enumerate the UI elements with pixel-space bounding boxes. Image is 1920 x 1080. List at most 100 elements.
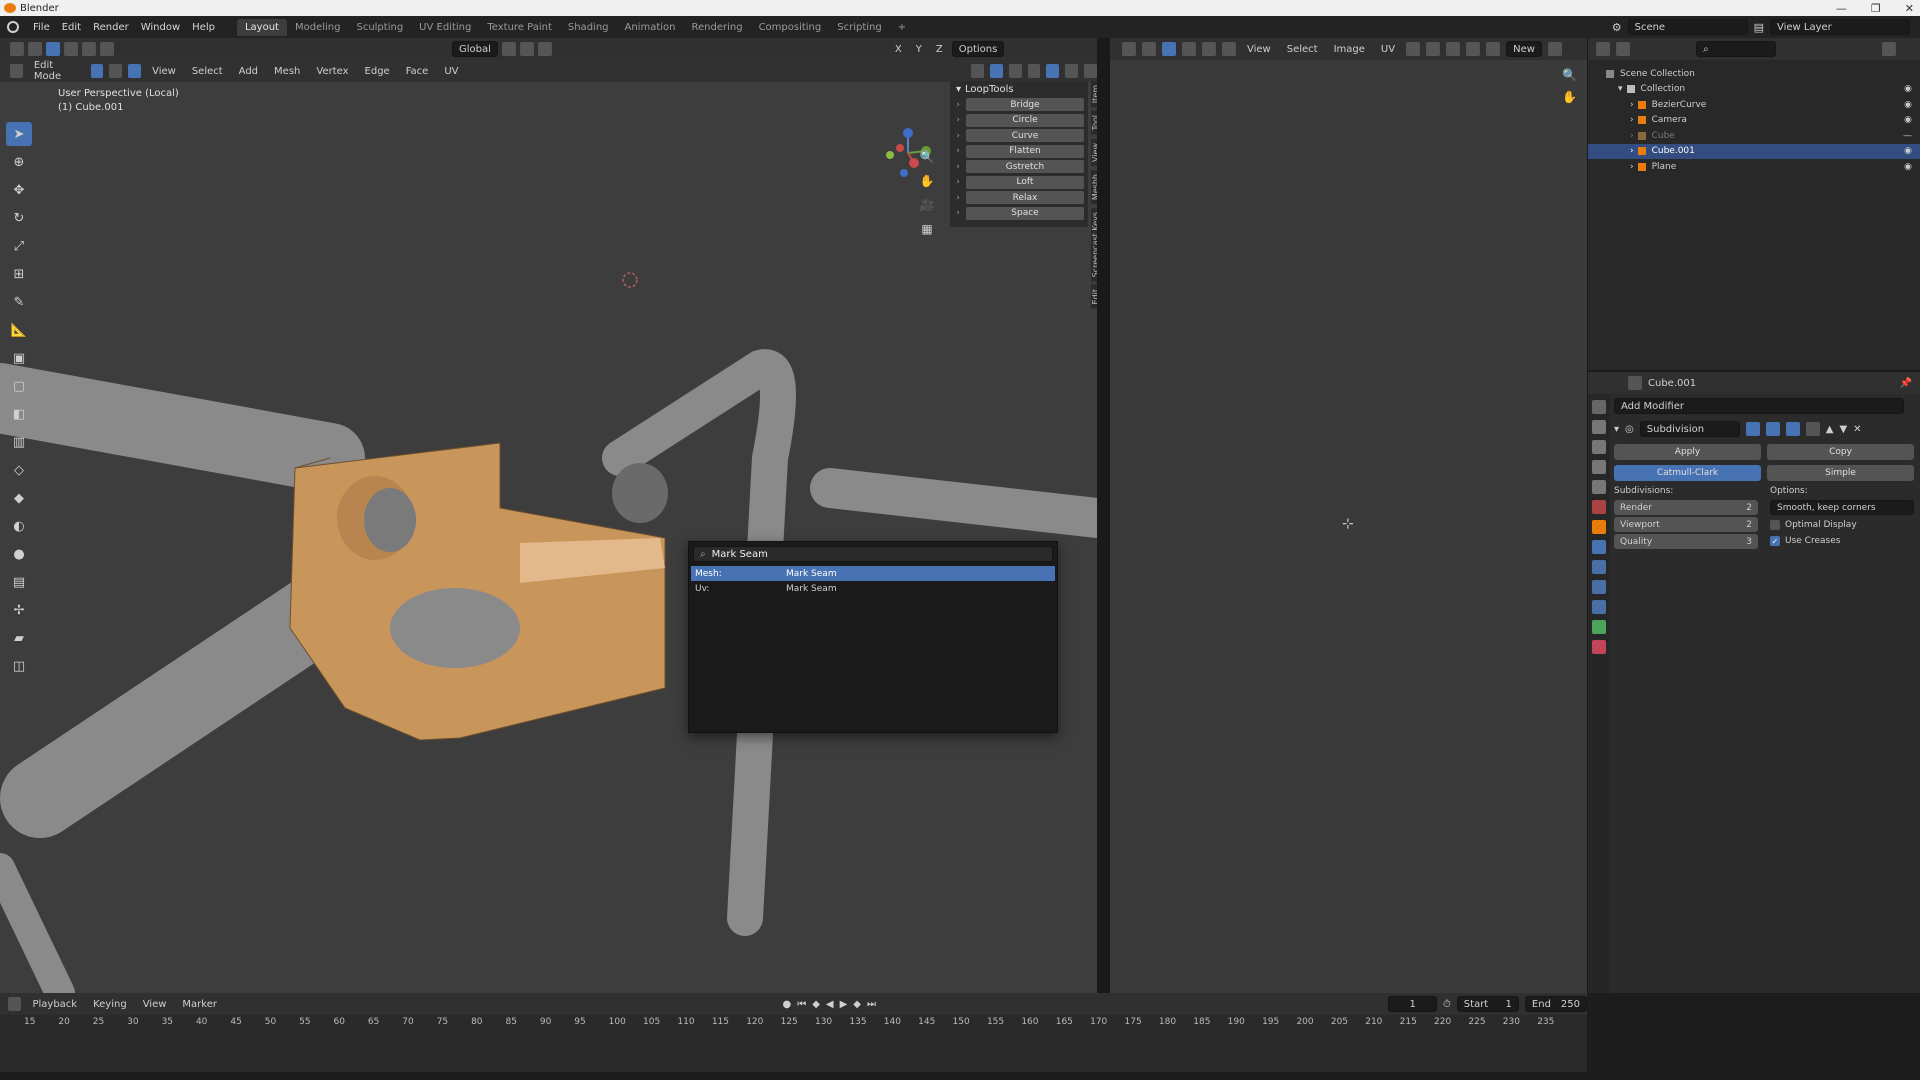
apply-button[interactable]: Apply [1614,444,1761,460]
close-icon[interactable]: ✕ [1905,2,1914,15]
vertex-select-icon[interactable] [90,64,104,78]
editor-type-icon[interactable] [10,42,24,56]
outliner-row[interactable]: Scene Collection [1588,66,1920,82]
eye-icon[interactable]: ◉ [1904,84,1912,94]
axis-y-toggle[interactable]: Y [911,44,927,55]
measure-tool-icon[interactable]: 📐 [6,318,32,342]
gstretch-button[interactable]: Gstretch [966,160,1084,174]
open-image-icon[interactable] [1547,42,1562,56]
proportional-edit-icon[interactable] [537,42,552,56]
render-toggle-icon[interactable] [1785,422,1800,436]
overlay-toggle-icon[interactable] [989,64,1003,78]
eye-icon[interactable]: ◉ [1904,162,1912,172]
3d-viewport[interactable]: Global X Y Z Options Edit Mode View Sele… [0,38,1097,993]
editor-type-icon[interactable] [1122,42,1136,56]
shading-solid-icon[interactable] [1046,64,1060,78]
next-key-icon[interactable]: ◆ [853,999,861,1010]
pan-hand-icon[interactable]: ✋ [1562,90,1577,104]
circle-button[interactable]: Circle [966,113,1084,127]
copy-button[interactable]: Copy [1767,444,1914,460]
flatten-button[interactable]: Flatten [966,144,1084,158]
smooth-tool-icon[interactable]: ● [6,542,32,566]
shading-material-icon[interactable] [1065,64,1079,78]
sticky-select-icon[interactable] [1426,42,1441,56]
loop-cut-tool-icon[interactable]: ▥ [6,430,32,454]
viewport-toggle-icon[interactable] [1765,422,1780,436]
editor-type-icon[interactable] [8,997,22,1011]
search-input[interactable]: ⌕ Mark Seam [693,546,1053,562]
uv-smooth-dropdown[interactable]: Smooth, keep corners [1770,500,1914,515]
proportional-edit-icon[interactable] [1466,42,1481,56]
snap-icon[interactable] [1446,42,1461,56]
tab-sculpting[interactable]: Sculpting [348,19,411,36]
snap-icon[interactable] [519,42,534,56]
menu-help[interactable]: Help [186,22,221,33]
menu-vertex[interactable]: Vertex [311,66,353,77]
material-tab-icon[interactable] [1592,640,1606,654]
current-frame-field[interactable]: 1 [1388,996,1437,1012]
expand-chevron-icon[interactable]: ▾ [1618,84,1623,94]
eye-icon[interactable]: ◉ [1904,115,1912,125]
select-mode-subtract-icon[interactable] [82,42,96,56]
particles-tab-icon[interactable] [1592,560,1606,574]
gizmo-toggle-icon[interactable] [971,64,984,78]
modifier-name-field[interactable]: Subdivision [1639,421,1740,437]
pivot-icon[interactable] [501,42,516,56]
relax-button[interactable]: Relax [966,191,1084,205]
bridge-button[interactable]: Bridge [966,98,1084,112]
shear-tool-icon[interactable]: ▰ [6,626,32,650]
scale-tool-icon[interactable]: ⤢ [6,234,32,258]
move-down-icon[interactable]: ▼ [1839,424,1847,435]
minimize-icon[interactable]: — [1836,2,1847,15]
tab-uv-editing[interactable]: UV Editing [411,19,479,36]
modifier-tab-icon[interactable] [1592,540,1606,554]
uv-vertex-select-icon[interactable] [1162,42,1176,56]
select-box-icon[interactable] [28,42,42,56]
rip-tool-icon[interactable]: ◫ [6,654,32,678]
output-tab-icon[interactable] [1592,440,1606,454]
tab-shading[interactable]: Shading [560,19,617,36]
expand-chevron-icon[interactable]: › [1630,100,1634,110]
pin-icon[interactable]: 📌 [1900,378,1912,389]
display-mode-icon[interactable] [1616,42,1630,56]
shading-wireframe-icon[interactable] [1027,64,1041,78]
tab-compositing[interactable]: Compositing [751,19,830,36]
menu-keying[interactable]: Keying [88,999,132,1010]
menu-edge[interactable]: Edge [360,66,395,77]
select-mode-extend-icon[interactable] [64,42,78,56]
tab-modeling[interactable]: Modeling [287,19,349,36]
loft-button[interactable]: Loft [966,175,1084,189]
cursor-tool-icon[interactable]: ⊕ [6,150,32,174]
select-tool-icon[interactable]: ➤ [6,122,32,146]
curve-button[interactable]: Curve [966,129,1084,143]
jump-end-icon[interactable]: ⏭ [867,999,876,1010]
menu-marker[interactable]: Marker [177,999,222,1010]
uv-edge-select-icon[interactable] [1182,42,1196,56]
search-result-item[interactable]: Mesh: Mark Seam [691,566,1055,581]
timeline-ruler[interactable]: 15 20 25 30 35 40 45 50 55 60 65 70 75 80 85 90 95 100 105… [0,1017,1587,1033]
prev-key-icon[interactable]: ◆ [812,999,820,1010]
extrude-tool-icon[interactable]: ▣ [6,346,32,370]
outliner-search-input[interactable]: ⌕ [1696,41,1776,57]
remove-modifier-icon[interactable]: ✕ [1853,424,1861,435]
ie-menu-select[interactable]: Select [1282,44,1323,55]
zoom-icon[interactable]: 🔍 [918,148,936,166]
expand-chevron-icon[interactable]: › [1630,162,1634,172]
sync-selection-icon[interactable] [1142,42,1156,56]
space-button[interactable]: Space [966,206,1084,220]
outliner-row[interactable]: › Cube.001 ◉ [1588,143,1920,159]
object-tab-icon[interactable] [1592,520,1606,534]
preview-range-icon[interactable]: ⏱ [1443,999,1451,1010]
new-image-button[interactable]: New [1506,41,1542,57]
menu-edit[interactable]: Edit [56,22,87,33]
add-modifier-dropdown[interactable]: Add Modifier [1614,398,1904,414]
constraints-tab-icon[interactable] [1592,600,1606,614]
gizmo-neg-y-icon[interactable] [886,151,894,159]
bevel-tool-icon[interactable]: ◧ [6,402,32,426]
pan-hand-icon[interactable]: ✋ [918,172,936,190]
mode-select[interactable]: Edit Mode [29,60,85,82]
expand-chevron-icon[interactable]: › [950,162,966,172]
menu-window[interactable]: Window [135,22,186,33]
expand-chevron-icon[interactable]: › [950,208,966,218]
image-editor[interactable]: View Select Image UV New 🔍 ✋ ⊹ [1110,38,1587,993]
